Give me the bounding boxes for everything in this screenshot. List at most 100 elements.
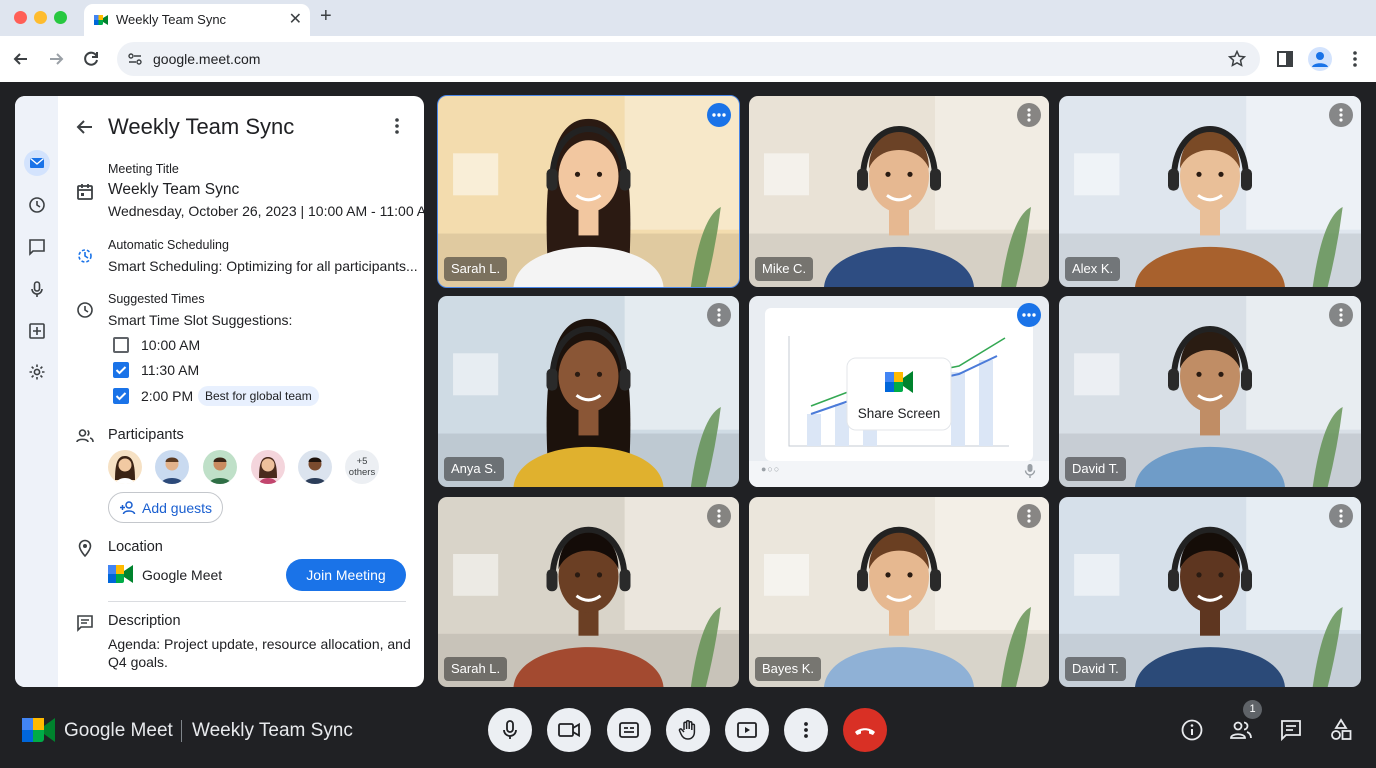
mic-icon [503, 720, 517, 739]
more-vertical-icon [1339, 509, 1343, 523]
rail-clock-icon[interactable] [24, 192, 50, 218]
chat-icon[interactable] [1279, 718, 1303, 742]
tile-options-button[interactable] [707, 303, 731, 327]
present-screen-button[interactable] [725, 708, 769, 752]
window-minimize-button[interactable] [34, 11, 47, 24]
suggested-times-value: Smart Time Slot Suggestions: [108, 312, 293, 328]
back-arrow-icon[interactable] [10, 48, 32, 70]
window-close-button[interactable] [14, 11, 27, 24]
participant-avatar[interactable] [251, 450, 285, 484]
tile-options-button[interactable] [707, 504, 731, 528]
more-horizontal-icon [1022, 313, 1036, 317]
captions-icon [619, 722, 639, 738]
side-rail [15, 96, 58, 687]
screen-share-tile[interactable]: Share Screen ●○○ [749, 296, 1049, 487]
meeting-control-bar: Google Meet Weekly Team Sync 1 [0, 690, 1376, 768]
rail-chat-icon[interactable] [24, 234, 50, 260]
back-arrow-icon[interactable] [74, 116, 96, 138]
participant-avatar[interactable] [203, 450, 237, 484]
more-vertical-icon [1027, 108, 1031, 122]
tile-options-button[interactable] [1329, 103, 1353, 127]
hang-up-icon [855, 728, 875, 735]
participant-name-chip: Alex K. [1065, 257, 1121, 281]
add-guests-button[interactable]: Add guests [108, 492, 223, 523]
address-bar[interactable]: google.meet.com [117, 42, 1260, 76]
participants-count-badge: 1 [1243, 700, 1262, 719]
more-vertical-icon [717, 308, 721, 322]
participant-video-tile[interactable]: Mike C. [749, 96, 1049, 287]
location-label: Location [108, 539, 163, 555]
person-avatar-icon [115, 456, 135, 484]
rail-mail-icon[interactable] [24, 150, 50, 176]
add-guests-label: Add guests [142, 500, 213, 516]
meeting-title-label: Meeting Title [108, 162, 179, 176]
mic-button[interactable] [488, 708, 532, 752]
tile-options-button[interactable] [1329, 303, 1353, 327]
more-vertical-icon [804, 722, 808, 738]
more-label: others [348, 467, 376, 478]
participant-avatar[interactable] [108, 450, 142, 484]
more-participants[interactable]: +5 others [345, 450, 379, 484]
slot-time-3: 2:00 PM [141, 388, 194, 404]
participant-video-tile[interactable]: Bayes K. [749, 497, 1049, 687]
browser-menu-icon[interactable] [1344, 48, 1366, 70]
star-bookmark-icon[interactable] [1228, 50, 1246, 68]
rail-mic-icon[interactable] [24, 276, 50, 302]
participant-name-chip: Mike C. [755, 257, 814, 281]
slot-checkbox-1[interactable] [113, 337, 129, 353]
slot-time-2: 11:30 AM [141, 362, 200, 378]
participant-video-tile[interactable]: Alex K. [1059, 96, 1361, 287]
participant-video-tile[interactable]: Sarah L. [437, 95, 740, 288]
meeting-details-panel: Weekly Team Sync Meeting Title Weekly Te… [15, 96, 424, 687]
participant-video-tile[interactable]: Sarah L. [438, 497, 739, 687]
share-screen-label: Share Screen [857, 406, 941, 421]
slot-checkbox-3[interactable] [113, 388, 129, 404]
activities-icon[interactable] [1329, 718, 1353, 742]
people-icon[interactable] [1229, 718, 1253, 742]
profile-avatar[interactable] [1308, 47, 1332, 71]
meet-logo-icon [108, 565, 133, 583]
side-panel-icon[interactable] [1274, 48, 1296, 70]
tile-options-button[interactable] [1017, 303, 1041, 327]
close-tab-icon[interactable]: ✕ [289, 9, 302, 29]
reload-icon[interactable] [80, 48, 102, 70]
rail-settings-gear-icon[interactable] [24, 359, 50, 385]
suggested-times-label: Suggested Times [108, 292, 205, 306]
participant-video-tile[interactable]: David T. [1059, 296, 1361, 487]
end-call-button[interactable] [843, 708, 887, 752]
site-settings-icon[interactable] [127, 51, 143, 67]
brand-name: Google Meet [64, 720, 173, 741]
rail-add-box-icon[interactable] [24, 318, 50, 344]
meet-logo-icon [94, 15, 108, 25]
participant-video-tile[interactable]: Anya S. [438, 296, 739, 487]
tile-options-button[interactable] [1329, 504, 1353, 528]
tile-options-button[interactable] [1017, 103, 1041, 127]
tile-options-button[interactable] [707, 103, 731, 127]
more-vertical-icon [1339, 108, 1343, 122]
participant-video-tile[interactable]: David T. [1059, 497, 1361, 687]
check-icon [115, 392, 127, 401]
raise-hand-button[interactable] [666, 708, 710, 752]
forward-arrow-icon[interactable] [45, 48, 67, 70]
url-text: google.meet.com [153, 51, 261, 67]
check-icon [115, 366, 127, 375]
camera-button[interactable] [547, 708, 591, 752]
participants-label: Participants [108, 427, 184, 443]
browser-tab[interactable]: Weekly Team Sync ✕ [84, 4, 310, 36]
captions-button[interactable] [607, 708, 651, 752]
info-icon[interactable] [1180, 718, 1204, 742]
participant-avatar[interactable] [155, 450, 189, 484]
slot-checkbox-2[interactable] [113, 362, 129, 378]
participant-avatar[interactable] [298, 450, 332, 484]
participant-name-chip: David T. [1065, 457, 1126, 481]
tile-options-button[interactable] [1017, 504, 1041, 528]
join-meeting-button[interactable]: Join Meeting [286, 559, 406, 591]
mic-icon [1024, 464, 1036, 478]
person-avatar-icon [259, 457, 277, 484]
panel-more-icon[interactable] [387, 116, 407, 136]
new-tab-icon[interactable]: + [320, 5, 332, 28]
more-vertical-icon [1339, 308, 1343, 322]
more-options-button[interactable] [784, 708, 828, 752]
meeting-name: Weekly Team Sync [192, 720, 353, 741]
window-zoom-button[interactable] [54, 11, 67, 24]
